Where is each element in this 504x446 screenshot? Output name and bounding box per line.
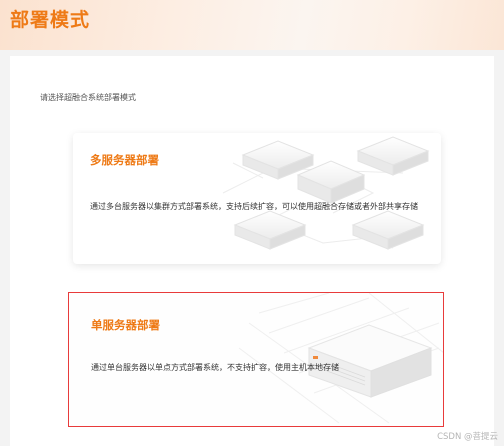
page-header: 部署模式	[0, 0, 504, 50]
multi-server-title: 多服务器部署	[90, 153, 159, 167]
instruction-text: 请选择超融合系统部署模式	[40, 93, 136, 102]
multi-server-description: 通过多台服务器以集群方式部署系统，支持后续扩容，可以使用超融合存储或者外部共享存…	[90, 202, 418, 211]
server-unit-5	[351, 210, 425, 250]
page-title: 部署模式	[10, 9, 91, 31]
single-server-description: 通过单台服务器以单点方式部署系统，不支持扩容，使用主机本地存储	[91, 363, 339, 372]
server-unit-4	[233, 210, 307, 250]
watermark: CSDN @菩提云	[437, 432, 498, 442]
single-server-illustration	[238, 293, 443, 424]
single-server-title: 单服务器部署	[91, 318, 160, 332]
server-unit-2	[356, 136, 430, 176]
single-server-card[interactable]: 单服务器部署 通过单台服务器以单点方式部署系统，不支持扩容，使用主机本地存储	[68, 292, 444, 427]
multi-server-card[interactable]: 多服务器部署 通过多台服务器以集群方式部署系统，支持后续扩容，可以使用超融合存储…	[73, 133, 441, 264]
